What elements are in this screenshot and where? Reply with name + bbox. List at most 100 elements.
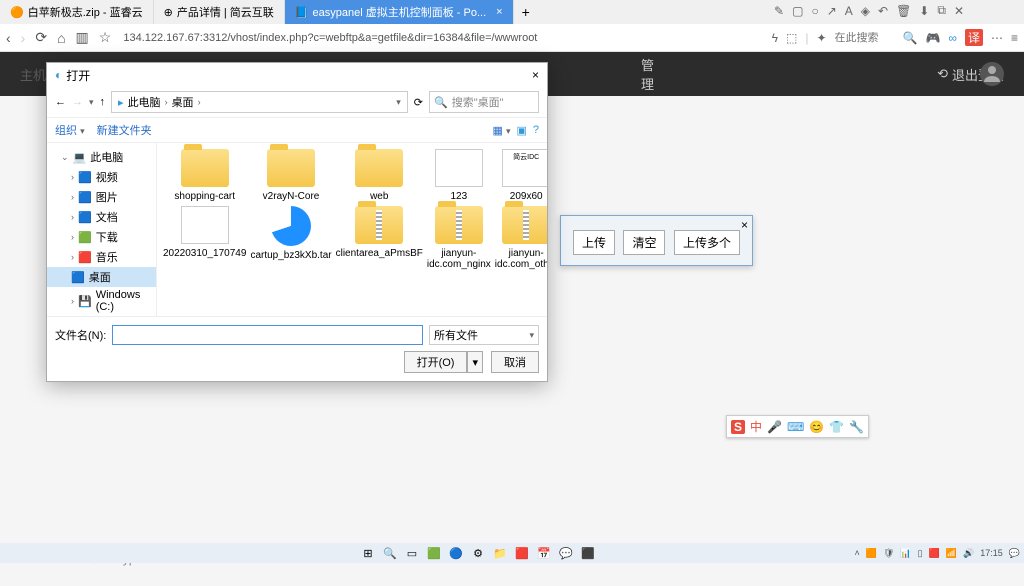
circle-icon[interactable]: ○ [811, 4, 818, 18]
ext-icon[interactable]: ∞ [948, 31, 957, 45]
file-item[interactable]: v2rayN-Core [250, 149, 331, 202]
undo-icon[interactable]: ↶ [878, 4, 888, 18]
tab-2[interactable]: 📘easypanel 虚拟主机控制面板 - Po...× [285, 0, 514, 24]
ime-tools-icon[interactable]: 🔧 [849, 420, 864, 434]
bookmark-star-icon[interactable]: ✦ [816, 31, 826, 45]
help-icon[interactable]: ? [533, 124, 539, 136]
taskbar-app-2[interactable]: 🔵 [448, 545, 464, 561]
sidebar-item-downloads[interactable]: ›🟩 下载 [47, 227, 156, 247]
file-item[interactable]: clientarea_aPmsBF [336, 206, 423, 270]
square-icon[interactable]: ▢ [792, 4, 803, 18]
ime-skin-icon[interactable]: 👕 [829, 420, 844, 434]
nav-back-icon[interactable]: ← [55, 96, 66, 108]
file-filter-select[interactable]: 所有文件▾ [429, 325, 539, 345]
blur-icon[interactable]: ◈ [861, 4, 870, 18]
open-dropdown-icon[interactable]: ▾ [467, 351, 483, 373]
text-icon[interactable]: A [845, 4, 853, 18]
download-icon[interactable]: ⬇ [919, 4, 929, 18]
notifications-icon[interactable]: 💬 [1009, 548, 1020, 559]
tab-0[interactable]: 🟠白苹新极志.zip - 蓝睿云 [0, 0, 154, 24]
file-item[interactable]: jianyun-idc.com_other [495, 206, 547, 270]
tray-icon-4[interactable]: ▯ [918, 548, 923, 559]
tray-up-icon[interactable]: ˄ [855, 548, 860, 558]
tray-icon-3[interactable]: 📊 [900, 548, 911, 559]
flash-icon[interactable]: ϟ [772, 31, 778, 45]
taskbar-app-5[interactable]: 🟥 [514, 545, 530, 561]
sidebar-item-computer[interactable]: ⌄💻 此电脑 [47, 147, 156, 167]
forward-button[interactable]: › [21, 30, 26, 46]
taskbar-app-3[interactable]: ⚙ [470, 545, 486, 561]
file-item[interactable]: jianyun-idc.com_nginx [427, 206, 491, 270]
clear-button[interactable]: 清空 [623, 230, 665, 255]
refresh-icon[interactable]: ⟳ [414, 96, 423, 109]
close-icon[interactable]: ✕ [954, 4, 964, 18]
file-item[interactable]: 20220310_170749 [163, 206, 246, 270]
breadcrumb[interactable]: ▸ 此电脑 › 桌面 › ▾ [111, 91, 408, 113]
back-button[interactable]: ‹ [6, 30, 11, 46]
trash-icon[interactable]: 🗑 [896, 4, 911, 18]
dialog-search-input[interactable]: 🔍 搜索"桌面" [429, 91, 539, 113]
file-item[interactable]: 123 [427, 149, 491, 202]
taskbar-app-7[interactable]: 💬 [558, 545, 574, 561]
menu-icon[interactable]: ≡ [1011, 31, 1018, 45]
preview-icon[interactable]: ▣ [516, 124, 526, 137]
file-item[interactable]: shopping-cart [163, 149, 246, 202]
upload-button[interactable]: 上传 [573, 230, 615, 255]
new-tab-button[interactable]: + [514, 4, 538, 20]
ime-toolbar[interactable]: S 中 🎤 ⌨ 😊 👕 🔧 [726, 415, 869, 438]
sidebar-item-desktop[interactable]: 🟦 桌面 [47, 267, 156, 287]
tab-close-icon[interactable]: × [496, 6, 502, 18]
taskbar-app-6[interactable]: 📅 [536, 545, 552, 561]
user-avatar[interactable] [980, 62, 1004, 86]
game-icon[interactable]: 🎮 [925, 31, 940, 45]
taskbar-app-8[interactable]: ⬛ [580, 545, 596, 561]
ime-lang[interactable]: 中 [750, 418, 762, 435]
open-button[interactable]: 打开(O) [404, 351, 468, 373]
reader-icon[interactable]: ▥ [76, 29, 89, 46]
file-item[interactable]: web [336, 149, 423, 202]
star-icon[interactable]: ☆ [99, 29, 112, 46]
filename-input[interactable] [112, 325, 423, 345]
cancel-button[interactable]: 取消 [491, 351, 539, 373]
ime-keyboard-icon[interactable]: ⌨ [787, 420, 804, 434]
new-folder-button[interactable]: 新建文件夹 [97, 122, 152, 138]
puzzle-icon[interactable]: ⬚ [786, 31, 797, 45]
organize-menu[interactable]: 组织 ▾ [55, 122, 85, 138]
tray-icon-5[interactable]: 🟥 [929, 548, 940, 559]
nav-forward-icon[interactable]: → [72, 96, 83, 108]
translate-icon[interactable]: 译 [965, 29, 983, 46]
sidebar-item-music[interactable]: ›🟥 音乐 [47, 247, 156, 267]
dialog-close-icon[interactable]: × [532, 68, 539, 82]
sogou-icon[interactable]: S [731, 420, 745, 434]
search-icon[interactable]: 🔍 [903, 31, 918, 45]
nav-up-icon[interactable]: ↑ [100, 96, 106, 108]
arrow-icon[interactable]: ↗ [827, 4, 837, 18]
ime-mic-icon[interactable]: 🎤 [767, 420, 782, 434]
file-item[interactable]: 简云IDC209x60 [495, 149, 547, 202]
view-icon[interactable]: ▦ ▾ [492, 124, 510, 137]
home-button[interactable]: ⌂ [57, 30, 65, 46]
ime-emoji-icon[interactable]: 😊 [809, 420, 824, 434]
browser-search-input[interactable] [835, 32, 895, 44]
more-icon[interactable]: ⋯ [991, 31, 1003, 45]
taskbar-search-icon[interactable]: 🔍 [382, 545, 398, 561]
tray-volume-icon[interactable]: 🔊 [963, 548, 974, 559]
sidebar-item-documents[interactable]: ›🟦 文档 [47, 207, 156, 227]
taskbar-clock[interactable]: 17:15 [980, 549, 1003, 558]
upload-multiple-button[interactable]: 上传多个 [674, 230, 740, 255]
taskbar-app-1[interactable]: 🟩 [426, 545, 442, 561]
popup-close-icon[interactable]: × [741, 218, 748, 232]
tray-icon-2[interactable]: 🛡 [883, 548, 894, 559]
copy-icon[interactable]: ⧉ [937, 3, 946, 18]
tab-1[interactable]: ⊕产品详情 | 简云互联 [154, 0, 285, 24]
tray-wifi-icon[interactable]: 📶 [946, 548, 957, 559]
file-item[interactable]: cartup_bz3kXb.tar [250, 206, 331, 270]
start-button[interactable]: ⊞ [360, 545, 376, 561]
url-input[interactable]: 134.122.167.67:3312/vhost/index.php?c=we… [123, 32, 771, 44]
pencil-icon[interactable]: ✎ [774, 4, 784, 18]
taskbar-app-4[interactable]: 📁 [492, 545, 508, 561]
refresh-button[interactable]: ⟳ [35, 29, 47, 46]
sidebar-item-drive-c[interactable]: ›💾 Windows (C:) [47, 287, 156, 315]
tray-icon-1[interactable]: 🟧 [866, 548, 877, 559]
sidebar-item-pictures[interactable]: ›🟦 图片 [47, 187, 156, 207]
